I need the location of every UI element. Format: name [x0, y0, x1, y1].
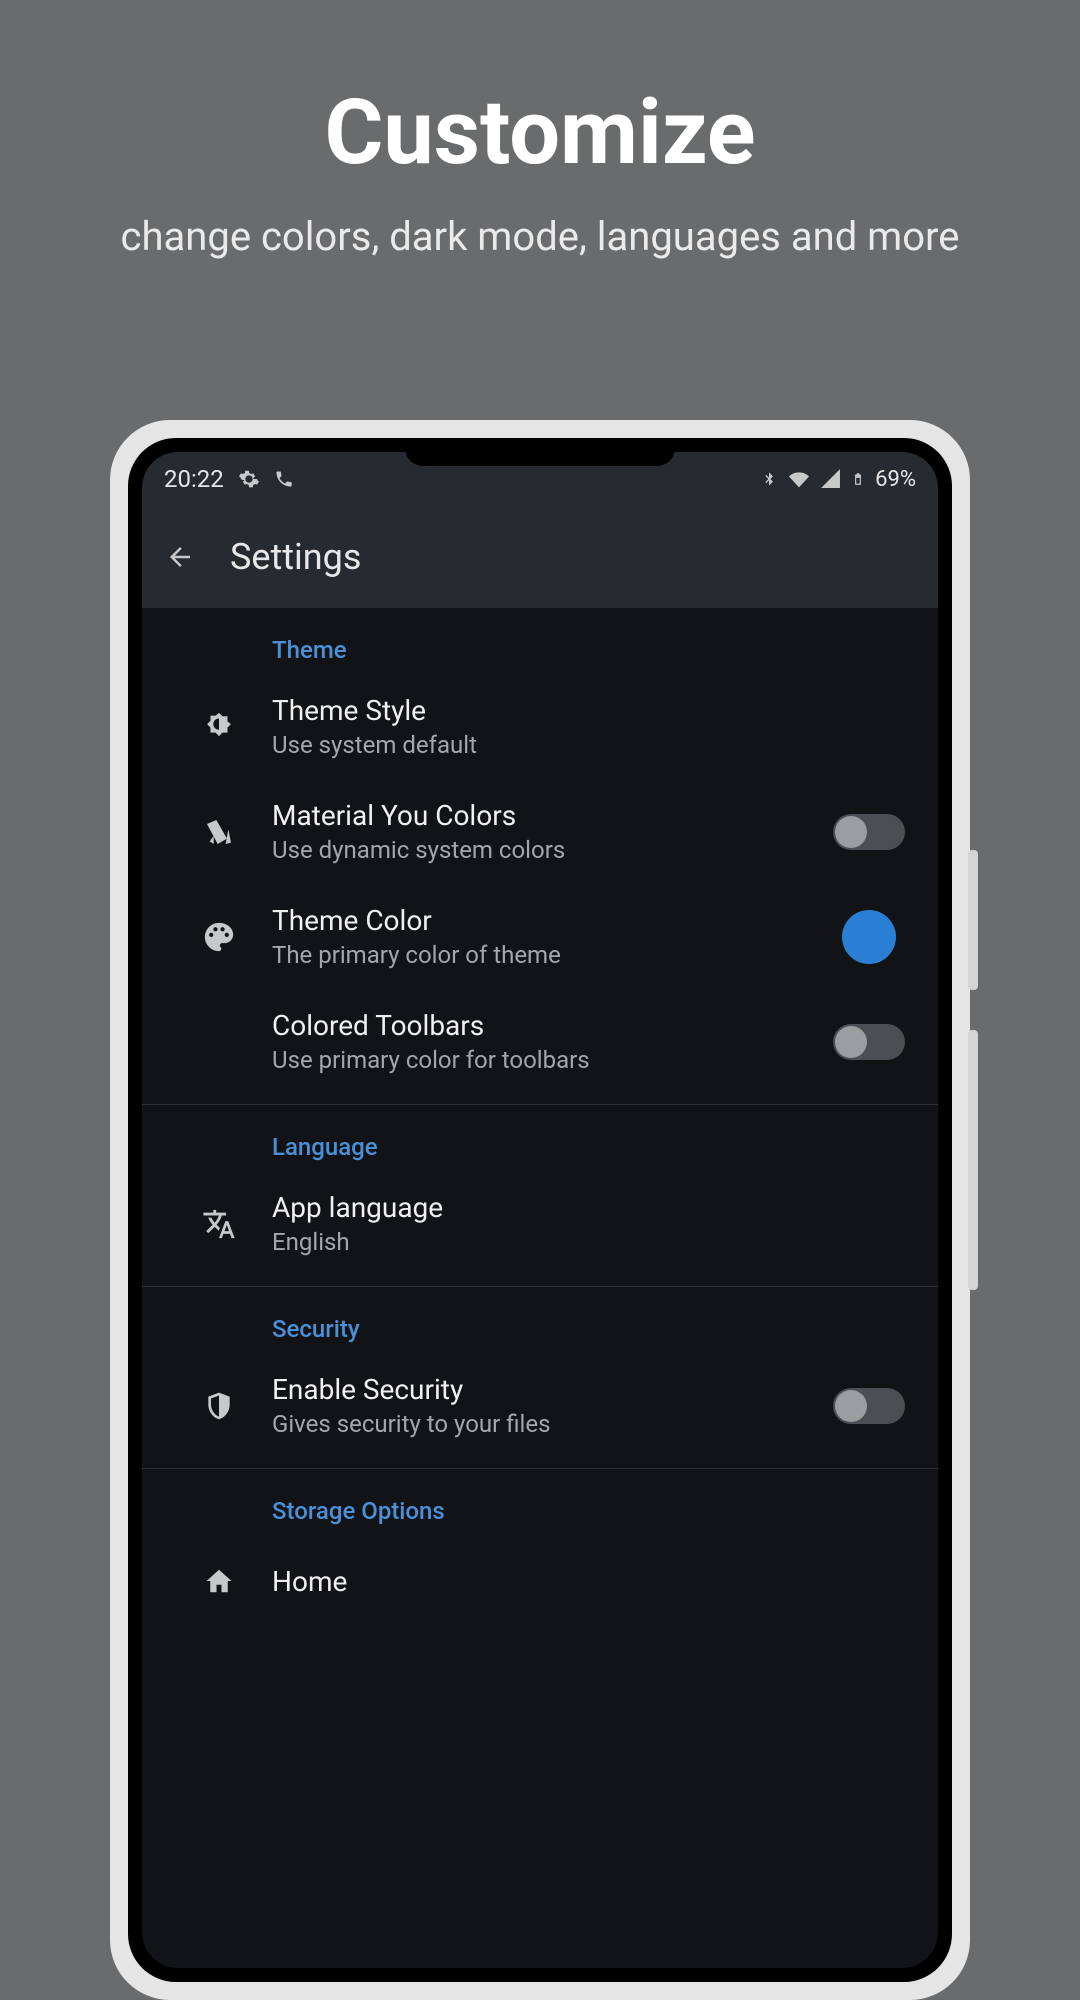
setting-home[interactable]: Home [142, 1535, 938, 1627]
setting-colored-toolbars[interactable]: Colored Toolbars Use primary color for t… [142, 989, 938, 1094]
battery-icon [851, 468, 865, 490]
section-header-language: Language [142, 1105, 938, 1171]
section-header-storage: Storage Options [142, 1469, 938, 1535]
setting-theme-color[interactable]: Theme Color The primary color of theme [142, 884, 938, 989]
phone-frame: 20:22 [110, 420, 970, 2000]
page-title: Settings [230, 536, 361, 578]
app-bar: Settings [142, 506, 938, 608]
setting-subtitle: Use system default [272, 731, 914, 759]
home-icon [166, 1566, 272, 1596]
translate-icon [166, 1207, 272, 1241]
setting-title: Material You Colors [272, 799, 824, 832]
setting-subtitle: Use primary color for toolbars [272, 1046, 824, 1074]
setting-subtitle: English [272, 1228, 914, 1256]
phone-side-button [968, 1030, 978, 1290]
gear-icon [238, 468, 260, 490]
setting-title: Enable Security [272, 1373, 824, 1406]
setting-title: App language [272, 1191, 914, 1224]
screen: 20:22 [142, 452, 938, 1968]
back-button[interactable] [164, 541, 196, 573]
setting-material-you[interactable]: Material You Colors Use dynamic system c… [142, 779, 938, 884]
palette-icon [166, 920, 272, 954]
shield-icon [166, 1390, 272, 1422]
status-time: 20:22 [164, 465, 224, 493]
setting-title: Home [272, 1565, 914, 1598]
style-icon [166, 816, 272, 848]
signal-icon [821, 469, 841, 489]
promo-subtitle: change colors, dark mode, languages and … [0, 213, 1080, 260]
promo-title: Customize [0, 80, 1080, 185]
toggle-colored-toolbars[interactable] [833, 1024, 905, 1060]
section-header-theme: Theme [142, 608, 938, 674]
status-battery-text: 69% [875, 467, 916, 492]
setting-subtitle: Gives security to your files [272, 1410, 824, 1438]
toggle-enable-security[interactable] [833, 1388, 905, 1424]
setting-subtitle: The primary color of theme [272, 941, 824, 969]
bluetooth-icon [761, 468, 777, 490]
toggle-material-you[interactable] [833, 814, 905, 850]
setting-title: Theme Color [272, 904, 824, 937]
phone-side-button [968, 850, 978, 990]
setting-title: Colored Toolbars [272, 1009, 824, 1042]
phone-bezel: 20:22 [128, 438, 952, 1982]
color-swatch[interactable] [842, 910, 896, 964]
setting-app-language[interactable]: App language English [142, 1171, 938, 1276]
phone-icon [274, 469, 294, 489]
wifi-icon [787, 469, 811, 489]
setting-theme-style[interactable]: Theme Style Use system default [142, 674, 938, 779]
settings-list: Theme Theme Style Use system default [142, 608, 938, 1627]
setting-enable-security[interactable]: Enable Security Gives security to your f… [142, 1353, 938, 1458]
setting-subtitle: Use dynamic system colors [272, 836, 824, 864]
setting-title: Theme Style [272, 694, 914, 727]
phone-notch [405, 438, 675, 466]
section-header-security: Security [142, 1287, 938, 1353]
brightness-icon [166, 710, 272, 744]
